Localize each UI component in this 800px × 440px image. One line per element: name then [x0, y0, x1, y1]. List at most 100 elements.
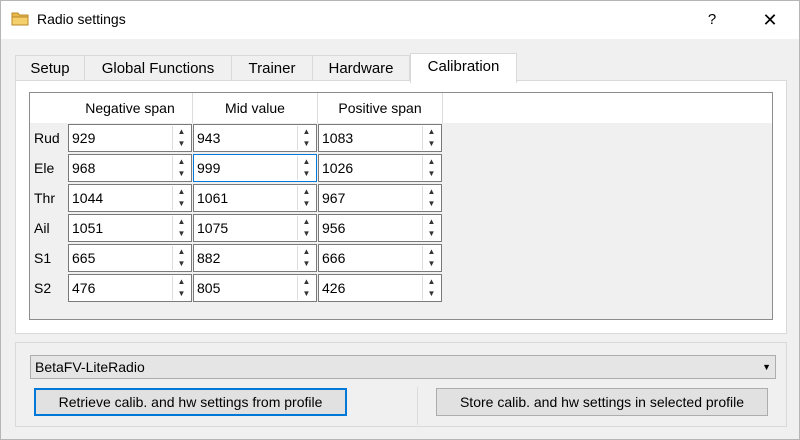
divider: [417, 387, 418, 425]
spin-down-icon[interactable]: ▼: [423, 228, 440, 240]
positive-span-spinbox[interactable]: 967 ▲ ▼: [318, 184, 442, 212]
positive-span-spinbox[interactable]: 956 ▲ ▼: [318, 214, 442, 242]
spin-down-icon[interactable]: ▼: [173, 168, 190, 180]
spinbox-value[interactable]: 968: [72, 155, 95, 181]
spin-buttons: ▲ ▼: [297, 186, 315, 210]
spin-up-icon[interactable]: ▲: [423, 126, 440, 138]
spin-up-icon[interactable]: ▲: [298, 216, 315, 228]
spinbox-value[interactable]: 956: [322, 215, 345, 241]
spin-down-icon[interactable]: ▼: [423, 258, 440, 270]
spin-up-icon[interactable]: ▲: [298, 276, 315, 288]
mid-value-spinbox[interactable]: 805 ▲ ▼: [193, 274, 317, 302]
spin-up-icon[interactable]: ▲: [173, 156, 190, 168]
spin-down-icon[interactable]: ▼: [298, 198, 315, 210]
spin-up-icon[interactable]: ▲: [173, 216, 190, 228]
tab-calibration[interactable]: Calibration: [410, 53, 517, 83]
tab-global-functions[interactable]: Global Functions: [84, 55, 232, 82]
spinbox-value[interactable]: 1075: [197, 215, 228, 241]
spinbox-value[interactable]: 929: [72, 125, 95, 151]
spin-buttons: ▲ ▼: [172, 216, 190, 240]
mid-value-spinbox[interactable]: 882 ▲ ▼: [193, 244, 317, 272]
spin-down-icon[interactable]: ▼: [298, 168, 315, 180]
spin-up-icon[interactable]: ▲: [423, 216, 440, 228]
spinbox-value[interactable]: 1061: [197, 185, 228, 211]
spin-up-icon[interactable]: ▲: [173, 186, 190, 198]
spinbox-value[interactable]: 1083: [322, 125, 353, 151]
spinbox-value[interactable]: 476: [72, 275, 95, 301]
spin-up-icon[interactable]: ▲: [173, 246, 190, 258]
spin-down-icon[interactable]: ▼: [423, 168, 440, 180]
spin-buttons: ▲ ▼: [297, 276, 315, 300]
tab-trainer[interactable]: Trainer: [231, 55, 313, 82]
title-bar: Radio settings ? ✕: [1, 1, 799, 39]
profile-select[interactable]: BetaFV-LiteRadio ▼: [30, 355, 776, 379]
spinbox-value[interactable]: 1051: [72, 215, 103, 241]
spin-up-icon[interactable]: ▲: [423, 246, 440, 258]
spin-buttons: ▲ ▼: [422, 276, 440, 300]
spin-up-icon[interactable]: ▲: [298, 156, 315, 168]
spin-down-icon[interactable]: ▼: [173, 228, 190, 240]
spin-up-icon[interactable]: ▲: [298, 246, 315, 258]
spin-buttons: ▲ ▼: [422, 216, 440, 240]
spin-up-icon[interactable]: ▲: [173, 276, 190, 288]
spinbox-value[interactable]: 665: [72, 245, 95, 271]
spin-up-icon[interactable]: ▲: [298, 126, 315, 138]
spinbox-value[interactable]: 1026: [322, 155, 353, 181]
negative-span-spinbox[interactable]: 1044 ▲ ▼: [68, 184, 192, 212]
spin-down-icon[interactable]: ▼: [173, 258, 190, 270]
spin-up-icon[interactable]: ▲: [173, 126, 190, 138]
spinbox-value[interactable]: 666: [322, 245, 345, 271]
spin-up-icon[interactable]: ▲: [423, 156, 440, 168]
column-header-negative-span: Negative span: [68, 93, 193, 123]
folder-icon: [11, 12, 29, 26]
spinbox-value[interactable]: 1044: [72, 185, 103, 211]
store-settings-button[interactable]: Store calib. and hw settings in selected…: [436, 388, 768, 416]
spinbox-value[interactable]: 882: [197, 245, 220, 271]
spin-down-icon[interactable]: ▼: [298, 258, 315, 270]
spin-up-icon[interactable]: ▲: [298, 186, 315, 198]
profile-select-value: BetaFV-LiteRadio: [35, 359, 145, 375]
tab-hardware[interactable]: Hardware: [312, 55, 410, 82]
window-title: Radio settings: [37, 11, 126, 27]
spin-buttons: ▲ ▼: [297, 216, 315, 240]
positive-span-spinbox[interactable]: 426 ▲ ▼: [318, 274, 442, 302]
tab-setup[interactable]: Setup: [15, 55, 85, 82]
spin-down-icon[interactable]: ▼: [173, 288, 190, 300]
spin-down-icon[interactable]: ▼: [298, 288, 315, 300]
mid-value-spinbox[interactable]: 1061 ▲ ▼: [193, 184, 317, 212]
calibration-table: Negative span Mid value Positive span Ru…: [29, 92, 773, 320]
close-button[interactable]: ✕: [745, 1, 795, 39]
negative-span-spinbox[interactable]: 1051 ▲ ▼: [68, 214, 192, 242]
negative-span-spinbox[interactable]: 968 ▲ ▼: [68, 154, 192, 182]
positive-span-spinbox[interactable]: 666 ▲ ▼: [318, 244, 442, 272]
negative-span-spinbox[interactable]: 476 ▲ ▼: [68, 274, 192, 302]
spinbox-value[interactable]: 967: [322, 185, 345, 211]
retrieve-settings-button[interactable]: Retrieve calib. and hw settings from pro…: [34, 388, 347, 416]
help-button[interactable]: ?: [687, 1, 737, 39]
spin-down-icon[interactable]: ▼: [298, 228, 315, 240]
mid-value-spinbox[interactable]: 1075 ▲ ▼: [193, 214, 317, 242]
spin-buttons: ▲ ▼: [297, 156, 315, 180]
spinbox-value[interactable]: 999: [197, 155, 220, 181]
spinbox-value[interactable]: 805: [197, 275, 220, 301]
spin-up-icon[interactable]: ▲: [423, 186, 440, 198]
spin-buttons: ▲ ▼: [172, 276, 190, 300]
mid-value-spinbox[interactable]: 999 ▲ ▼: [193, 154, 317, 182]
spin-down-icon[interactable]: ▼: [173, 138, 190, 150]
spin-down-icon[interactable]: ▼: [173, 198, 190, 210]
profile-group: BetaFV-LiteRadio ▼ Retrieve calib. and h…: [15, 342, 787, 427]
spin-down-icon[interactable]: ▼: [423, 138, 440, 150]
spin-down-icon[interactable]: ▼: [423, 288, 440, 300]
spin-down-icon[interactable]: ▼: [298, 138, 315, 150]
spin-buttons: ▲ ▼: [172, 126, 190, 150]
spinbox-value[interactable]: 426: [322, 275, 345, 301]
negative-span-spinbox[interactable]: 929 ▲ ▼: [68, 124, 192, 152]
spin-down-icon[interactable]: ▼: [423, 198, 440, 210]
spin-up-icon[interactable]: ▲: [423, 276, 440, 288]
negative-span-spinbox[interactable]: 665 ▲ ▼: [68, 244, 192, 272]
positive-span-spinbox[interactable]: 1083 ▲ ▼: [318, 124, 442, 152]
mid-value-spinbox[interactable]: 943 ▲ ▼: [193, 124, 317, 152]
spinbox-value[interactable]: 943: [197, 125, 220, 151]
spin-buttons: ▲ ▼: [172, 246, 190, 270]
positive-span-spinbox[interactable]: 1026 ▲ ▼: [318, 154, 442, 182]
